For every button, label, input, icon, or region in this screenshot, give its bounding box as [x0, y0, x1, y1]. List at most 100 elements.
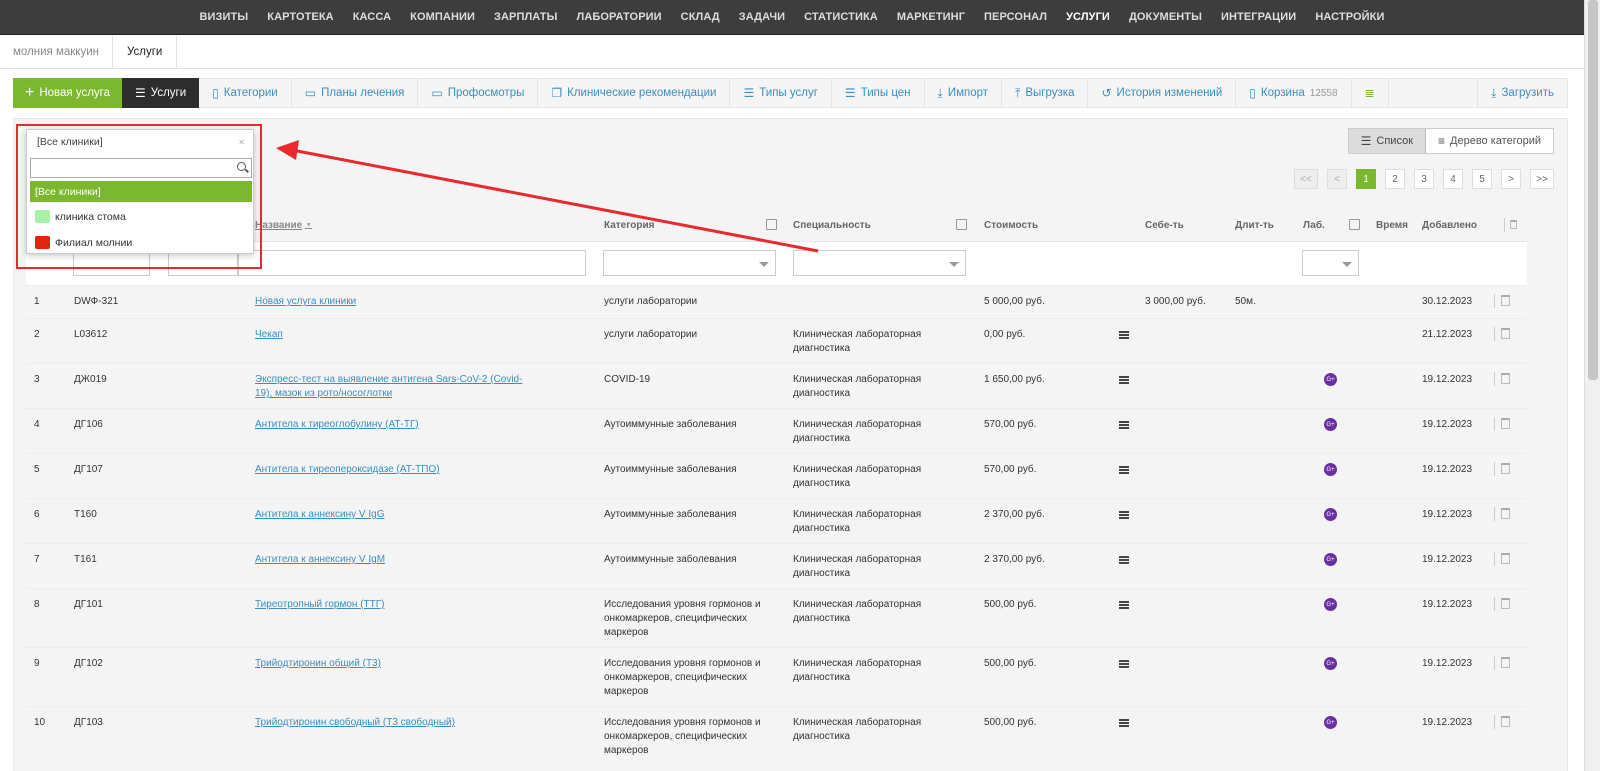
- menu-toggle-button[interactable]: ≣: [1352, 79, 1389, 107]
- column-cost-header[interactable]: Стоимость: [984, 210, 1038, 240]
- column-selfcost-header[interactable]: Себе-ть: [1145, 210, 1184, 240]
- clinical-recs-tab[interactable]: ❐ Клинические рекомендации: [538, 79, 731, 107]
- delete-icon[interactable]: [1501, 553, 1510, 564]
- nav-item[interactable]: ЛАБОРАТОРИИ: [577, 11, 662, 23]
- page-button[interactable]: 1: [1356, 169, 1376, 189]
- nav-item[interactable]: УСЛУГИ: [1066, 11, 1110, 23]
- table-row[interactable]: 1 DWФ-321 Новая услуга клиники услуги лабор…: [26, 285, 1527, 318]
- page-button[interactable]: 5: [1472, 169, 1492, 189]
- page-button[interactable]: 3: [1414, 169, 1434, 189]
- table-row[interactable]: 2 L03612 Чекап услуги лаборатории Клиническа…: [26, 318, 1527, 363]
- price-list-icon[interactable]: [1119, 376, 1129, 384]
- table-row[interactable]: 5 ДГ107 Антитела к тиреопероксидазе (АТ-ТП…: [26, 453, 1527, 498]
- delete-icon[interactable]: [1501, 598, 1510, 609]
- service-name-link[interactable]: Новая услуга клиники: [255, 295, 535, 309]
- checkups-tab[interactable]: ▭ Профосмотры: [418, 79, 539, 107]
- service-name-link[interactable]: Антитела к тиреоглобулину (АТ-ТГ): [255, 418, 535, 432]
- table-row[interactable]: 7 T161 Антитела к аннексину V IgM Аутоиммун…: [26, 543, 1527, 588]
- column-name-header[interactable]: Название ▼: [255, 210, 312, 240]
- nav-item[interactable]: МАРКЕТИНГ: [897, 11, 965, 23]
- price-list-icon[interactable]: [1119, 556, 1129, 564]
- download-button[interactable]: ⤓ Загрузить: [1478, 79, 1567, 107]
- breadcrumb-clinic[interactable]: молния маккуин: [0, 36, 112, 68]
- nav-item[interactable]: ЗАРПЛАТЫ: [494, 11, 557, 23]
- page-button[interactable]: >: [1501, 169, 1521, 189]
- edit-icon[interactable]: [956, 219, 967, 230]
- column-lab-header[interactable]: Лаб.: [1303, 210, 1325, 240]
- treatment-plans-tab[interactable]: ▭ Планы лечения: [292, 79, 419, 107]
- table-row[interactable]: 6 T160 Антитела к аннексину V IgG Аутоиммун…: [26, 498, 1527, 543]
- view-tree-button[interactable]: ≡ Дерево категорий: [1426, 129, 1553, 153]
- breadcrumb-current[interactable]: Услуги: [111, 36, 178, 68]
- export-tab[interactable]: ⤒ Выгрузка: [1002, 79, 1089, 107]
- nav-item[interactable]: КАРТОТЕКА: [267, 11, 333, 23]
- trash-tab[interactable]: ▯ Корзина 12558: [1236, 79, 1352, 107]
- table-row[interactable]: 8 ДГ101 Тиреотропный гормон (ТТГ) Исследова…: [26, 588, 1527, 647]
- nav-item[interactable]: СТАТИСТИКА: [804, 11, 878, 23]
- nav-item[interactable]: ЗАДАЧИ: [739, 11, 785, 23]
- nav-item[interactable]: ПЕРСОНАЛ: [984, 11, 1047, 23]
- delete-icon[interactable]: [1501, 463, 1510, 474]
- delete-icon[interactable]: [1501, 657, 1510, 668]
- price-list-icon[interactable]: [1119, 511, 1129, 519]
- edit-icon[interactable]: [1349, 219, 1360, 230]
- price-list-icon[interactable]: [1119, 719, 1129, 727]
- view-list-button[interactable]: ☰ Список: [1348, 129, 1427, 153]
- service-types-tab[interactable]: ☰ Типы услуг: [730, 79, 832, 107]
- scrollbar-thumb[interactable]: [1588, 0, 1598, 380]
- delete-icon[interactable]: [1501, 328, 1510, 339]
- lab-filter-select[interactable]: [1302, 250, 1359, 276]
- nav-item[interactable]: ДОКУМЕНТЫ: [1129, 11, 1202, 23]
- table-row[interactable]: 3 ДЖ019 Экспресс-тест на выявление антиген…: [26, 363, 1527, 408]
- nav-item[interactable]: ИНТЕГРАЦИИ: [1221, 11, 1296, 23]
- service-name-link[interactable]: Антитела к аннексину V IgM: [255, 553, 535, 567]
- service-name-link[interactable]: Антитела к тиреопероксидазе (АТ-ТПО): [255, 463, 535, 477]
- price-list-icon[interactable]: [1119, 466, 1129, 474]
- column-category-header[interactable]: Категория: [604, 210, 654, 240]
- page-button[interactable]: <<: [1294, 169, 1318, 189]
- category-filter-select[interactable]: [603, 250, 776, 276]
- delete-icon[interactable]: [1501, 418, 1510, 429]
- service-name-link[interactable]: Чекап: [255, 328, 535, 342]
- table-row[interactable]: 9 ДГ102 Трийодтиронин общий (Т3) Исследован…: [26, 647, 1527, 706]
- import-tab[interactable]: ⤓ Импорт: [925, 79, 1003, 107]
- price-list-icon[interactable]: [1119, 421, 1129, 429]
- nav-item[interactable]: КОМПАНИИ: [410, 11, 475, 23]
- service-name-link[interactable]: Трийодтиронин свободный (Т3 свободный): [255, 716, 535, 730]
- name-filter-input[interactable]: [238, 250, 586, 276]
- price-types-tab[interactable]: ☰ Типы цен: [832, 79, 925, 107]
- service-name-link[interactable]: Тиреотропный гормон (ТТГ): [255, 598, 535, 612]
- history-tab[interactable]: ↺ История изменений: [1088, 79, 1237, 107]
- column-added-header[interactable]: Добавлено: [1422, 210, 1477, 240]
- column-time-header[interactable]: Время: [1376, 210, 1408, 240]
- delete-icon[interactable]: [1501, 716, 1510, 727]
- service-name-link[interactable]: Экспресс-тест на выявление антигена Sars…: [255, 373, 535, 401]
- service-name-link[interactable]: Трийодтиронин общий (Т3): [255, 657, 535, 671]
- column-specialty-header[interactable]: Специальность: [793, 210, 871, 240]
- page-scrollbar[interactable]: [1584, 0, 1600, 771]
- nav-item[interactable]: КАССА: [353, 11, 391, 23]
- price-list-icon[interactable]: [1119, 331, 1129, 339]
- nav-item[interactable]: НАСТРОЙКИ: [1315, 11, 1384, 23]
- price-list-icon[interactable]: [1119, 660, 1129, 668]
- nav-item[interactable]: СКЛАД: [681, 11, 720, 23]
- nav-item[interactable]: ВИЗИТЫ: [200, 11, 249, 23]
- delete-icon[interactable]: [1501, 373, 1510, 384]
- page-button[interactable]: 4: [1443, 169, 1463, 189]
- edit-icon[interactable]: [766, 219, 777, 230]
- table-row[interactable]: 4 ДГ106 Антитела к тиреоглобулину (АТ-ТГ) А…: [26, 408, 1527, 453]
- delete-icon[interactable]: [1501, 508, 1510, 519]
- page-button[interactable]: <: [1327, 169, 1347, 189]
- new-service-button[interactable]: + Новая услуга: [13, 78, 123, 108]
- specialty-filter-select[interactable]: [793, 250, 966, 276]
- table-row[interactable]: 10 ДГ103 Трийодтиронин свободный (Т3 свобо…: [26, 706, 1527, 765]
- price-list-icon[interactable]: [1119, 601, 1129, 609]
- service-name-link[interactable]: Антитела к аннексину V IgG: [255, 508, 535, 522]
- page-button[interactable]: >>: [1530, 169, 1554, 189]
- categories-tab[interactable]: ▯ Категории: [199, 79, 292, 107]
- trash-icon[interactable]: [1510, 220, 1517, 229]
- services-tab[interactable]: ☰ Услуги: [122, 78, 200, 108]
- page-button[interactable]: 2: [1385, 169, 1405, 189]
- delete-icon[interactable]: [1501, 295, 1510, 306]
- column-duration-header[interactable]: Длит-ть: [1235, 210, 1274, 240]
